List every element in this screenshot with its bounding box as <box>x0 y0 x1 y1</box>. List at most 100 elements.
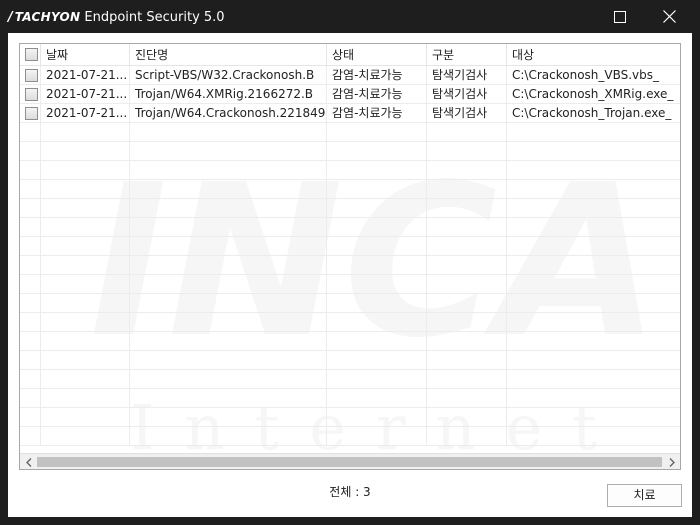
maximize-button[interactable] <box>597 0 643 33</box>
cell-date <box>41 180 130 199</box>
cell-date <box>41 408 130 427</box>
cell-target <box>507 256 680 275</box>
cell-checkbox <box>20 294 41 313</box>
row-checkbox[interactable] <box>25 88 38 101</box>
cell-checkbox <box>20 313 41 332</box>
cell-detection-name <box>130 180 327 199</box>
cell-date <box>41 123 130 142</box>
cell-target <box>507 199 680 218</box>
cell-detection-name <box>130 275 327 294</box>
cell-target <box>507 389 680 408</box>
column-header-type[interactable]: 구분 <box>427 44 507 66</box>
cell-status <box>327 370 427 389</box>
empty-row <box>20 256 680 275</box>
cell-status <box>327 332 427 351</box>
column-header-date[interactable]: 날짜 <box>41 44 130 66</box>
empty-row <box>20 180 680 199</box>
maximize-icon <box>614 10 626 23</box>
cell-date <box>41 237 130 256</box>
cell-date <box>41 218 130 237</box>
cell-type <box>427 370 507 389</box>
cell-checkbox <box>20 123 41 142</box>
detection-list[interactable]: INCA Internet 날짜 진단명 상태 구분 대상 2021-07-21… <box>19 43 681 470</box>
empty-row <box>20 275 680 294</box>
cell-target <box>507 218 680 237</box>
scroll-right-button[interactable] <box>663 454 680 469</box>
close-button[interactable] <box>646 0 692 33</box>
cell-detection-name <box>130 408 327 427</box>
cell-status: 감염-치료가능 <box>327 85 427 104</box>
select-all-checkbox[interactable] <box>25 48 38 61</box>
cell-target <box>507 275 680 294</box>
cell-date: 2021-07-21... <box>41 85 130 104</box>
cell-date <box>41 427 130 446</box>
cell-date <box>41 389 130 408</box>
row-checkbox[interactable] <box>25 69 38 82</box>
cell-status <box>327 275 427 294</box>
cure-button[interactable]: 치료 <box>607 484 682 507</box>
empty-row <box>20 142 680 161</box>
scroll-thumb[interactable] <box>37 457 662 467</box>
cell-checkbox <box>20 389 41 408</box>
main-content: INCA Internet 날짜 진단명 상태 구분 대상 2021-07-21… <box>8 33 692 517</box>
cell-checkbox <box>20 161 41 180</box>
cell-checkbox <box>20 85 41 104</box>
cell-detection-name <box>130 237 327 256</box>
cell-type: 탐색기검사 <box>427 85 507 104</box>
cell-target <box>507 180 680 199</box>
table-header: 날짜 진단명 상태 구분 대상 <box>20 44 680 66</box>
cell-checkbox <box>20 256 41 275</box>
empty-row <box>20 161 680 180</box>
cell-type <box>427 389 507 408</box>
cell-target: C:\Crackonosh_Trojan.exe_ <box>512 106 672 120</box>
cell-detection-name <box>130 256 327 275</box>
cell-detection-name <box>130 313 327 332</box>
cell-type <box>427 237 507 256</box>
cell-target <box>507 332 680 351</box>
empty-row <box>20 218 680 237</box>
cell-target: C:\Crackonosh_VBS.vbs_ <box>512 68 660 82</box>
empty-row <box>20 237 680 256</box>
cell-detection-name <box>130 142 327 161</box>
column-header-name[interactable]: 진단명 <box>130 44 327 66</box>
horizontal-scrollbar[interactable] <box>20 453 680 469</box>
cell-target <box>507 123 680 142</box>
cell-status <box>327 218 427 237</box>
table-row[interactable]: 2021-07-21... Script-VBS/W32.Crackonosh.B… <box>20 66 680 85</box>
cell-status <box>327 161 427 180</box>
cell-target <box>507 161 680 180</box>
cell-status <box>327 237 427 256</box>
cell-date <box>41 275 130 294</box>
row-checkbox[interactable] <box>25 107 38 120</box>
cell-date <box>41 256 130 275</box>
cell-type <box>427 332 507 351</box>
cell-type <box>427 408 507 427</box>
table-row[interactable]: 2021-07-21... Trojan/W64.XMRig.2166272.B 감… <box>20 85 680 104</box>
empty-row <box>20 313 680 332</box>
cell-type <box>427 180 507 199</box>
cell-type <box>427 427 507 446</box>
cell-checkbox <box>20 180 41 199</box>
cell-type <box>427 161 507 180</box>
cell-checkbox <box>20 332 41 351</box>
cell-status <box>327 351 427 370</box>
scroll-left-button[interactable] <box>20 454 37 469</box>
header-checkbox-cell <box>20 44 41 66</box>
cell-detection-name <box>130 427 327 446</box>
column-header-target[interactable]: 대상 <box>507 44 680 66</box>
cell-status <box>327 142 427 161</box>
cell-checkbox <box>20 427 41 446</box>
empty-row <box>20 370 680 389</box>
cell-target <box>507 427 680 446</box>
cell-checkbox <box>20 408 41 427</box>
cell-date <box>41 370 130 389</box>
cell-status <box>327 123 427 142</box>
cell-detection-name <box>130 332 327 351</box>
cell-checkbox <box>20 104 41 123</box>
column-header-status[interactable]: 상태 <box>327 44 427 66</box>
cell-date <box>41 313 130 332</box>
table-row[interactable]: 2021-07-21... Trojan/W64.Crackonosh.22184… <box>20 104 680 123</box>
cell-detection-name <box>130 199 327 218</box>
cell-detection-name: Script-VBS/W32.Crackonosh.B <box>130 66 327 85</box>
cell-checkbox <box>20 237 41 256</box>
